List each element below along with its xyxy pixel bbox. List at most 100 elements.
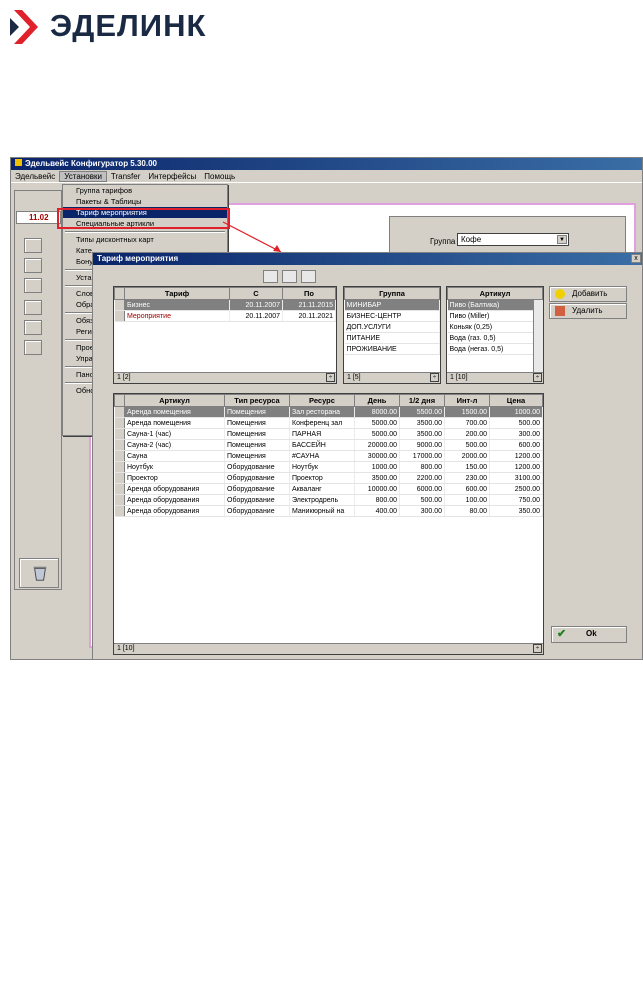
menu-bar: Эдельвейс Установки Transfer Интерфейсы Помо… [11, 170, 642, 183]
table-cell: Аренда помещения [124, 406, 225, 418]
table-cell: 100.00 [444, 494, 490, 506]
vertical-scrollbar[interactable] [533, 300, 543, 373]
table-cell: 3100.00 [489, 472, 543, 484]
close-icon[interactable]: x [631, 254, 641, 263]
col-price[interactable]: Цена [489, 394, 543, 407]
trash-button[interactable] [19, 558, 59, 588]
side-button-1[interactable] [24, 238, 42, 253]
group-grid: Группа МИНИБАР БИЗНЕС-ЦЕНТР ДОП.УСЛУГИ П… [343, 286, 441, 384]
new-icon[interactable] [263, 270, 278, 283]
table-cell: 230.00 [444, 472, 490, 484]
menu-settings[interactable]: Установки [59, 171, 107, 182]
table-cell: 80.00 [444, 505, 490, 517]
list-item[interactable]: ПРОЖИВАНИЕ [344, 343, 440, 355]
ok-button[interactable]: ✔ Ok [551, 626, 627, 643]
list-item[interactable]: МИНИБАР [344, 299, 440, 311]
table-cell: Сауна [124, 450, 225, 462]
table-row[interactable]: Аренда оборудования Оборудование Электродр… [114, 494, 543, 506]
table-row[interactable]: Ноутбук Оборудование Ноутбук 1000.00 800.00 1… [114, 461, 543, 473]
col-article[interactable]: Артикул [447, 287, 543, 300]
table-cell: 1200.00 [489, 450, 543, 462]
side-button-4[interactable] [24, 300, 42, 315]
edit-icon[interactable] [282, 270, 297, 283]
table-cell: Помещения [224, 406, 290, 418]
table-cell: Зал ресторана [289, 406, 355, 418]
table-cell: Аренда оборудования [124, 483, 225, 495]
menu-help[interactable]: Помощь [200, 172, 239, 181]
stepper-icon[interactable]: ÷ [533, 644, 542, 653]
side-button-3[interactable] [24, 278, 42, 293]
table-row[interactable]: Аренда оборудования Оборудование Акваланг 1… [114, 483, 543, 495]
app-titlebar: Эдельвейс Конфигуратор 5.30.00 [11, 158, 642, 170]
stepper-icon[interactable]: ÷ [533, 373, 542, 382]
table-cell: 500.00 [489, 417, 543, 429]
add-button[interactable]: Добавить [549, 286, 627, 302]
table-cell: Оборудование [224, 483, 290, 495]
col-group[interactable]: Группа [344, 287, 440, 300]
menu-item-discount-cards[interactable]: Типы дисконтных карт [63, 234, 227, 245]
list-item[interactable]: БИЗНЕС-ЦЕНТР [344, 310, 440, 322]
col-resource-type[interactable]: Тип ресурса [224, 394, 290, 407]
table-row[interactable]: Сауна Помещения #САУНА 30000.00 17000.00 2000… [114, 450, 543, 462]
app-title: Эдельвейс Конфигуратор 5.30.00 [25, 159, 157, 168]
menu-item-tariff-group[interactable]: Группа тарифов [63, 185, 227, 196]
event-tariff-dialog: Тариф мероприятия x Тариф С По Бизнес 20.11… [92, 252, 642, 659]
table-cell: Ноутбук [124, 461, 225, 473]
table-cell: 800.00 [399, 461, 445, 473]
save-icon[interactable] [301, 270, 316, 283]
menu-separator [63, 229, 227, 234]
table-row[interactable]: Аренда помещения Помещения Конференц зал 50… [114, 417, 543, 429]
side-button-2[interactable] [24, 258, 42, 273]
col-from[interactable]: С [229, 287, 283, 300]
table-row[interactable]: Аренда оборудования Оборудование Маникюрны… [114, 505, 543, 517]
dialog-toolbar [263, 267, 321, 285]
table-row[interactable]: Сауна-1 (час) Помещения ПАРНАЯ 5000.00 3500.… [114, 428, 543, 440]
col-half-day[interactable]: 1/2 дня [399, 394, 445, 407]
menu-item-special-articles[interactable]: Специальные артикли [63, 218, 227, 229]
list-item[interactable]: Вода (газ. 0,5) [447, 332, 543, 344]
delete-button[interactable]: Удалить [549, 303, 627, 319]
menu-transfer[interactable]: Transfer [107, 172, 145, 181]
col-article[interactable]: Артикул [124, 394, 225, 407]
dialog-title: Тариф мероприятия [97, 254, 179, 263]
table-cell: 5000.00 [354, 428, 400, 440]
side-button-5[interactable] [24, 320, 42, 335]
menu-item-packages[interactable]: Пакеты & Таблицы [63, 196, 227, 207]
stepper-icon[interactable]: ÷ [430, 373, 439, 382]
group-select[interactable]: Кофе ▼ [457, 233, 569, 246]
table-cell: Помещения [224, 417, 290, 429]
tariff-grid: Тариф С По Бизнес 20.11.2007 21.11.2015 Меро… [113, 286, 337, 384]
table-row[interactable]: Сауна-2 (час) Помещения БАССЕЙН 20000.00 900… [114, 439, 543, 451]
table-row[interactable]: Аренда помещения Помещения Зал ресторана 80… [114, 406, 543, 418]
table-cell: Акваланг [289, 483, 355, 495]
table-cell: 9000.00 [399, 439, 445, 451]
menu-item-event-tariff[interactable]: Тариф мероприятия [63, 207, 227, 218]
menu-edelweiss[interactable]: Эдельвейс [11, 172, 59, 181]
dialog-titlebar: Тариф мероприятия [93, 253, 642, 265]
col-interval[interactable]: Инт-л [444, 394, 490, 407]
list-item[interactable]: Пиво (Балтика) [447, 299, 543, 311]
table-cell: 2200.00 [399, 472, 445, 484]
table-cell: Маникюрный на [289, 505, 355, 517]
table-cell: Оборудование [224, 461, 290, 473]
col-tariff[interactable]: Тариф [124, 287, 230, 300]
list-item[interactable]: Пиво (Miller) [447, 310, 543, 322]
table-cell: 1000.00 [354, 461, 400, 473]
table-cell: 3500.00 [354, 472, 400, 484]
list-item[interactable]: ПИТАНИЕ [344, 332, 440, 344]
menu-interfaces[interactable]: Интерфейсы [144, 172, 200, 181]
table-row[interactable]: Проектор Оборудование Проектор 3500.00 2200.… [114, 472, 543, 484]
record-counter: 1 [2] [114, 372, 336, 383]
date-field: 11.02 [16, 211, 61, 224]
col-day[interactable]: День [354, 394, 400, 407]
table-cell: 10000.00 [354, 483, 400, 495]
col-to[interactable]: По [282, 287, 336, 300]
list-item[interactable]: Коньяк (0,25) [447, 321, 543, 333]
col-resource[interactable]: Ресурс [289, 394, 355, 407]
table-row[interactable]: Бизнес 20.11.2007 21.11.2015 [114, 299, 336, 311]
table-row[interactable]: Мероприятие 20.11.2007 20.11.2021 [114, 310, 336, 322]
list-item[interactable]: ДОП.УСЛУГИ [344, 321, 440, 333]
list-item[interactable]: Вода (негаз. 0,5) [447, 343, 543, 355]
stepper-icon[interactable]: ÷ [326, 373, 335, 382]
side-button-6[interactable] [24, 340, 42, 355]
